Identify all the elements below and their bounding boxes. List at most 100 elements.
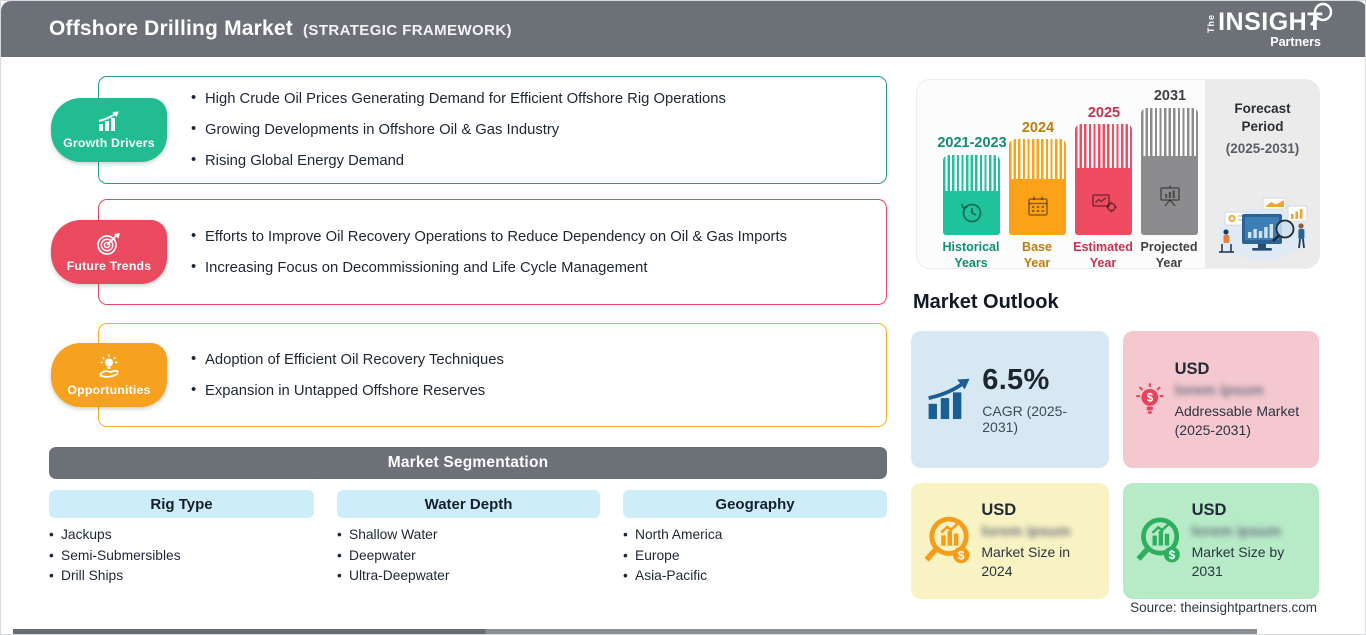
card-text: USD lorem ipsum Market Size in 2024 [981, 501, 1097, 581]
bar-category-label: Projected Year [1134, 240, 1204, 271]
market-outlook-title: Market Outlook [913, 291, 1059, 313]
list-item: Asia-Pacific [623, 566, 722, 587]
label-line: Historical [942, 240, 1000, 254]
svg-text:$: $ [1169, 549, 1176, 562]
year-label: 2024 [1021, 120, 1055, 136]
market-size-2024-card: $ USD lorem ipsum Market Size in 2024 [911, 483, 1109, 599]
geography-list: North America Europe Asia-Pacific [623, 525, 722, 587]
card-label: Market Size in 2024 [981, 544, 1071, 579]
cagr-label: CAGR (2025-2031) [982, 403, 1068, 435]
label-line: Year [1023, 255, 1051, 270]
cagr-card: 6.5% CAGR (2025-2031) [911, 331, 1109, 468]
list-item: Shallow Water [337, 525, 449, 546]
logo-the: The [1206, 13, 1217, 33]
future-trends-list: Efforts to Improve Oil Recovery Operatio… [191, 228, 862, 276]
estimate-chart-gear-icon [1091, 193, 1117, 212]
year-label: 2021-2023 [937, 135, 1007, 151]
blurred-value: lorem ipsum [1191, 523, 1281, 541]
list-item: Adoption of Efficient Oil Recovery Techn… [191, 351, 862, 368]
magnifier-chart-orange-icon: $ [924, 516, 970, 564]
magnifier-logo-icon [1309, 2, 1333, 26]
blurred-value: lorem ipsum [1174, 381, 1264, 399]
list-item: Semi-Submersibles [49, 546, 181, 567]
forecast-period-panel: Forecast Period (2025-2031) [1205, 80, 1320, 268]
future-trends-badge: Future Trends [51, 220, 167, 284]
currency-label: USD [1174, 359, 1210, 378]
forecast-label: Forecast Period [1205, 100, 1320, 135]
bar-body [1009, 179, 1066, 235]
insight-partners-logo: The INSIGHT Partners [1206, 2, 1333, 49]
label-line: Years [954, 255, 988, 270]
page-title: Offshore Drilling Market [49, 17, 294, 40]
list-item: Drill Ships [49, 566, 181, 587]
clock-history-icon [960, 203, 981, 223]
badge-label: Growth Drivers [63, 135, 155, 150]
card-text: USD lorem ipsum Market Size by 2031 [1192, 501, 1307, 581]
market-segmentation-title: Market Segmentation [387, 454, 549, 471]
label-line: Estimated [1073, 240, 1133, 254]
bar-body [1075, 168, 1132, 235]
label-line: Year [1155, 255, 1183, 270]
opportunities-list: Adoption of Efficient Oil Recovery Techn… [191, 351, 862, 399]
bar-body [1141, 156, 1198, 235]
forecast-range: (2025-2031) [1225, 141, 1300, 157]
growth-drivers-box: High Crude Oil Prices Generating Demand … [98, 76, 887, 184]
label-line: Projected [1140, 240, 1198, 254]
target-icon [97, 232, 120, 255]
label-line: Period [1241, 118, 1284, 134]
cagr-value: 6.5% [982, 364, 1050, 396]
header-titles: Offshore Drilling Market (STRATEGIC FRAM… [49, 17, 512, 41]
timeline-panel: 2021-2023 2024 2025 2031 Historical Year… [916, 79, 1320, 271]
water-depth-list: Shallow Water Deepwater Ultra-Deepwater [337, 525, 449, 587]
estimated-year-bar [1075, 124, 1132, 235]
list-item: Expansion in Untapped Offshore Reserves [191, 382, 862, 399]
rig-type-list: Jackups Semi-Submersibles Drill Ships [49, 525, 181, 587]
bar-category-label: Historical Years [936, 240, 1006, 271]
badge-label: Future Trends [66, 258, 152, 273]
label-line: Forecast [1234, 101, 1291, 116]
growth-drivers-badge: Growth Drivers [51, 98, 167, 162]
svg-text:$: $ [958, 549, 965, 563]
magnifier-chart-green-icon: $ [1136, 517, 1180, 563]
bar-stripe [943, 155, 1000, 191]
card-text: 6.5% CAGR (2025-2031) [982, 364, 1097, 435]
bar-stripe [1009, 139, 1066, 179]
presentation-chart-icon [1159, 185, 1180, 206]
badge-label: Opportunities [67, 382, 151, 397]
source-attribution: Source: theinsightpartners.com [1130, 600, 1317, 615]
list-item: Increasing Focus on Decommissioning and … [191, 259, 862, 276]
card-label: Market Size by 2031 [1191, 544, 1285, 579]
bar-body [943, 191, 1000, 235]
year-label: 2031 [1153, 88, 1187, 104]
segment-header-label: Rig Type [150, 495, 213, 513]
opportunities-badge: Opportunities [51, 343, 167, 407]
segment-header-label: Geography [715, 495, 795, 513]
list-item: Growing Developments in Offshore Oil & G… [191, 121, 862, 138]
segment-header-water-depth: Water Depth [337, 490, 600, 518]
bar-category-label: Base Year [1002, 240, 1072, 271]
year-label: 2025 [1087, 105, 1121, 121]
label-line: Base [1022, 240, 1052, 254]
header-bar: Offshore Drilling Market (STRATEGIC FRAM… [1, 1, 1365, 57]
analytics-illustration [1219, 197, 1308, 260]
bar-category-label: Estimated Year [1068, 240, 1138, 271]
bar-stripe [1141, 108, 1198, 156]
growth-drivers-list: High Crude Oil Prices Generating Demand … [191, 90, 862, 169]
list-item: Ultra-Deepwater [337, 566, 449, 587]
list-item: Europe [623, 546, 722, 567]
segment-header-label: Water Depth [424, 495, 513, 513]
market-segmentation-header: Market Segmentation [49, 447, 887, 479]
list-item: Rising Global Energy Demand [191, 152, 862, 169]
list-item: High Crude Oil Prices Generating Demand … [191, 90, 862, 107]
list-item: North America [623, 525, 722, 546]
currency-label: USD [981, 501, 1017, 520]
blurred-value: lorem ipsum [981, 523, 1071, 541]
projected-year-bar [1141, 108, 1198, 235]
label-line: Year [1089, 255, 1117, 270]
card-label: Addressable Market (2025-2031) [1174, 402, 1300, 438]
svg-text:$: $ [1147, 391, 1154, 404]
cagr-growth-icon [928, 378, 970, 419]
card-text: USD lorem ipsum Addressable Market (2025… [1175, 360, 1307, 440]
lightbulb-hand-icon [99, 354, 119, 378]
addressable-market-card: $ USD lorem ipsum Addressable Market (20… [1123, 331, 1319, 468]
